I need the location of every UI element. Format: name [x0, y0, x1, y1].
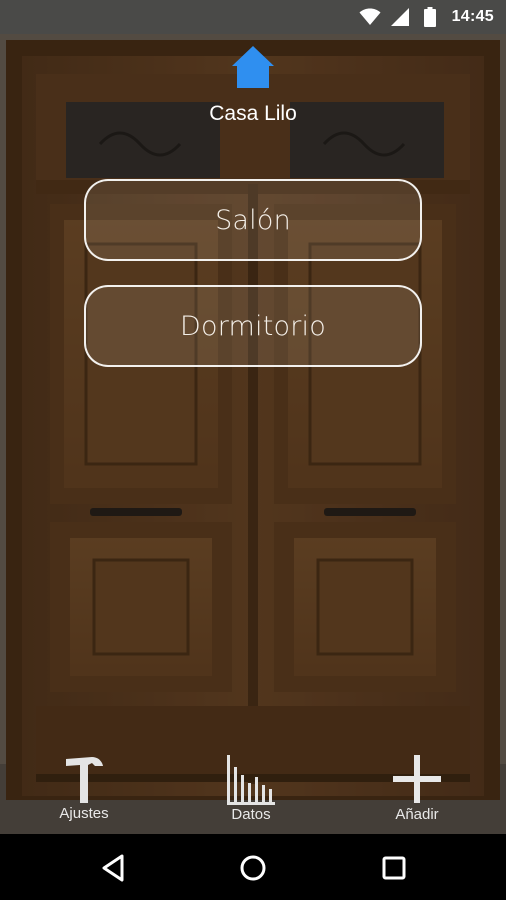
app-screen: 14:45 Casa Lilo Salón Dormitorio Ajustes… — [0, 0, 506, 900]
room-button-label: Dormitorio — [180, 310, 326, 342]
home-icon — [232, 46, 274, 88]
battery-icon — [423, 7, 436, 27]
status-time: 14:45 — [451, 8, 494, 25]
cell-signal-icon — [390, 7, 409, 26]
bar-chart-icon — [227, 755, 275, 805]
room-button-label: Salón — [215, 204, 291, 236]
home-title: Casa Lilo — [209, 102, 297, 125]
settings-button[interactable]: Ajustes — [29, 745, 139, 833]
room-list: Salón Dormitorio — [84, 179, 422, 391]
room-button-dormitorio[interactable]: Dormitorio — [84, 285, 422, 367]
back-icon[interactable] — [94, 848, 134, 888]
recent-apps-icon[interactable] — [374, 848, 414, 888]
navigation-bar — [0, 834, 506, 900]
bottom-toolbar: Ajustes Datos Añadir — [0, 745, 506, 833]
add-button[interactable]: Añadir — [362, 745, 472, 833]
plus-icon — [393, 755, 441, 803]
settings-label: Ajustes — [59, 805, 109, 822]
home-nav-icon[interactable] — [233, 848, 273, 888]
data-label: Datos — [231, 806, 271, 823]
wifi-icon — [359, 8, 381, 25]
data-button[interactable]: Datos — [196, 745, 306, 833]
status-bar: 14:45 — [0, 0, 506, 34]
add-label: Añadir — [395, 806, 439, 823]
hammer-icon — [66, 757, 103, 803]
background-door-image — [0, 34, 506, 834]
room-button-salon[interactable]: Salón — [84, 179, 422, 261]
